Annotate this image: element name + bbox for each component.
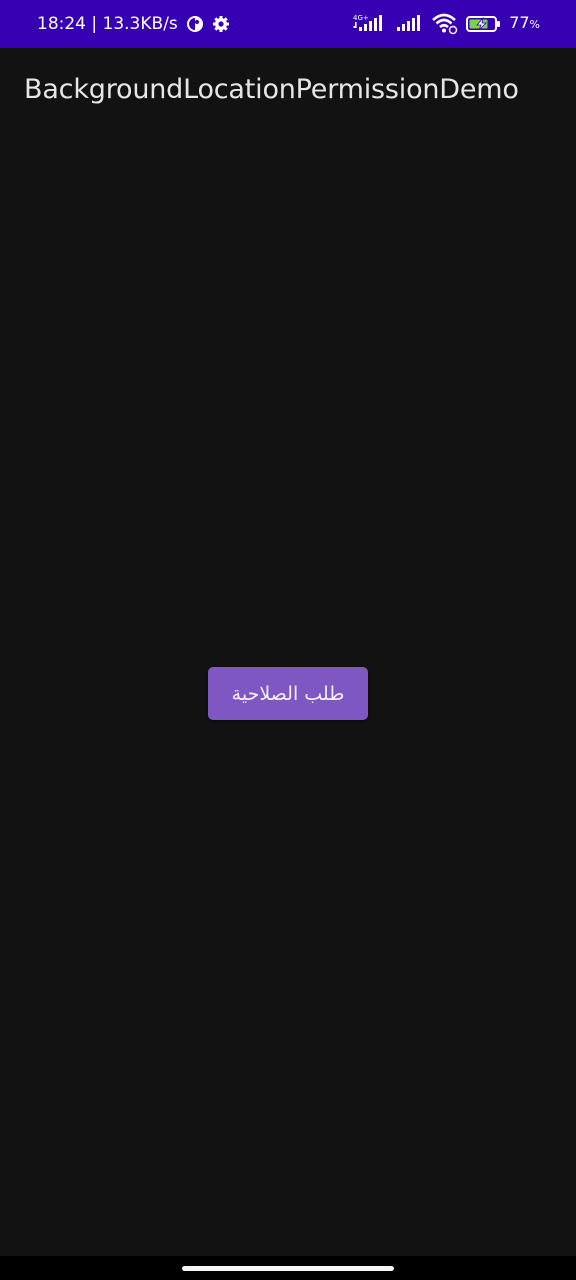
status-bar: 18:24 | 13.3KB/s 4G+ 77% bbox=[0, 0, 576, 48]
gear-icon bbox=[212, 15, 230, 33]
home-indicator[interactable] bbox=[182, 1266, 394, 1271]
signal-4g-icon: 4G+ bbox=[353, 13, 389, 35]
battery-charging-icon bbox=[466, 13, 502, 35]
battery-percent: 77 bbox=[509, 13, 530, 32]
status-left: 18:24 | 13.3KB/s bbox=[37, 13, 230, 35]
status-time-speed: 18:24 | 13.3KB/s bbox=[37, 14, 178, 34]
status-right: 4G+ 77% bbox=[353, 12, 540, 36]
request-permission-button[interactable]: طلب الصلاحية bbox=[208, 667, 368, 720]
data-saver-icon bbox=[186, 15, 204, 33]
battery-unit: % bbox=[529, 18, 540, 31]
signal-icon bbox=[396, 13, 424, 35]
wifi-icon bbox=[431, 13, 459, 35]
battery-level: 77% bbox=[509, 12, 540, 36]
page-title: BackgroundLocationPermissionDemo bbox=[24, 74, 519, 105]
network-type-label: 4G+ bbox=[353, 14, 369, 22]
